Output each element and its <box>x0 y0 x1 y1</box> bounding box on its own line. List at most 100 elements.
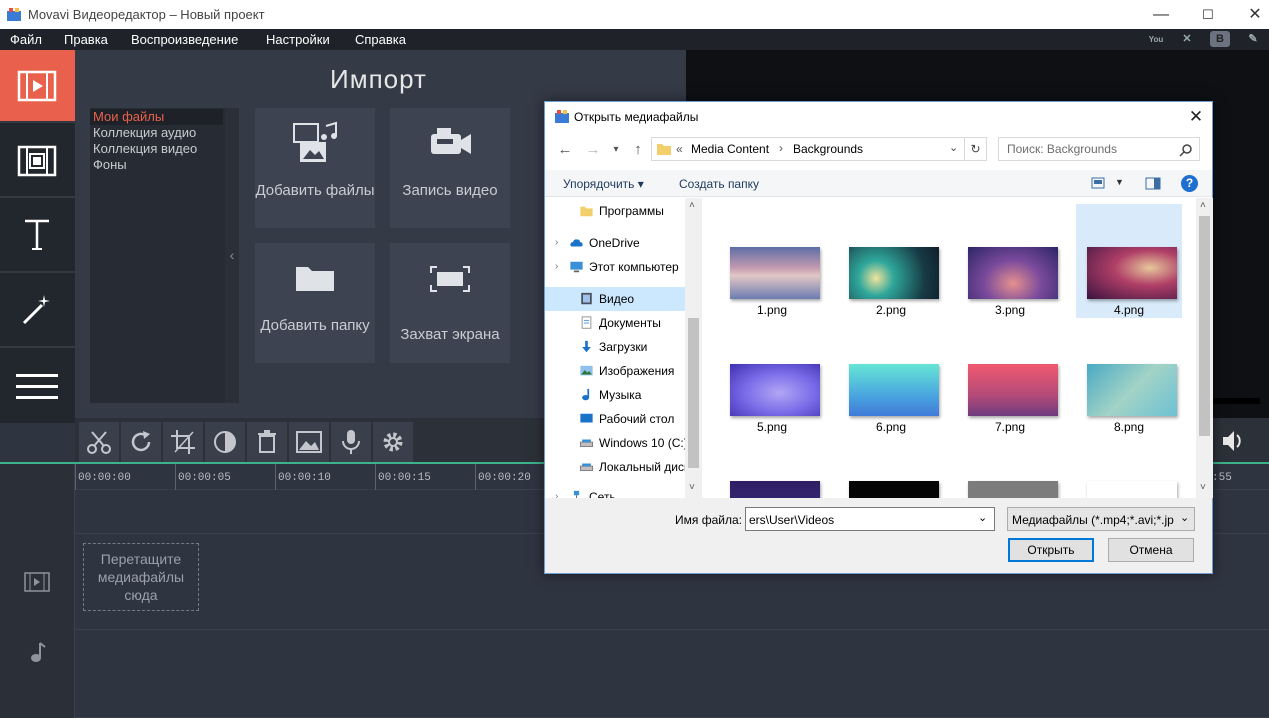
help-icon[interactable]: ? <box>1181 175 1198 192</box>
file-thumbnail[interactable]: 2.png <box>838 204 944 318</box>
record-audio-button[interactable] <box>331 422 371 462</box>
view-dropdown-icon[interactable]: ▼ <box>1115 177 1124 187</box>
collapse-panel-button[interactable]: ‹ <box>225 108 239 403</box>
file-thumbnail[interactable]: 8.png <box>1076 321 1182 435</box>
address-bar[interactable]: « Media Content › Backgrounds ⌄ ↻ <box>651 137 987 161</box>
menu-help[interactable]: Справка <box>355 32 406 47</box>
view-mode-icon[interactable] <box>1091 177 1105 189</box>
address-dropdown-icon[interactable]: ⌄ <box>949 141 958 154</box>
capture-screen-button[interactable]: Захват экрана <box>390 243 510 363</box>
file-thumbnail[interactable]: 7.png <box>957 321 1063 435</box>
menu-playback[interactable]: Воспроизведение <box>131 32 238 47</box>
color-adjust-button[interactable] <box>205 422 245 462</box>
cut-button[interactable] <box>79 422 119 462</box>
add-folder-button[interactable]: Добавить папку <box>255 243 375 363</box>
nav-item[interactable]: Программы <box>545 199 685 223</box>
category-video-collection[interactable]: Коллекция видео <box>90 141 223 157</box>
scroll-down-icon[interactable]: ˅ <box>1200 482 1206 493</box>
settings-button[interactable] <box>373 422 413 462</box>
nav-item[interactable]: Документы <box>545 311 685 335</box>
close-small-icon[interactable]: ✕ <box>1177 30 1197 49</box>
file-type-select[interactable]: Медиафайлы (*.mp4;*.avi;*.jpe ⌄ <box>1007 507 1195 531</box>
volume-button[interactable] <box>1213 420 1253 462</box>
nav-item[interactable]: Изображения <box>545 359 685 383</box>
expand-chevron-icon[interactable]: › <box>555 255 558 279</box>
maximize-button[interactable]: ☐ <box>1185 0 1231 29</box>
scroll-up-icon[interactable]: ˄ <box>689 200 695 211</box>
transitions-tab-button[interactable] <box>0 275 75 348</box>
nav-item[interactable]: OneDrive › <box>545 231 685 255</box>
preview-pane-icon[interactable] <box>1145 177 1161 190</box>
back-arrow-icon[interactable]: ← <box>555 140 575 160</box>
forward-arrow-icon[interactable]: → <box>583 140 603 160</box>
nav-item[interactable]: Windows 10 (C:) <box>545 431 685 455</box>
audio-track[interactable] <box>75 630 1269 718</box>
rotate-button[interactable] <box>121 422 161 462</box>
dialog-close-button[interactable]: ✕ <box>1185 106 1207 128</box>
vk-icon[interactable]: B <box>1210 31 1230 47</box>
file-thumbnail[interactable]: 1.png <box>719 204 825 318</box>
preview-progress[interactable] <box>1210 398 1260 404</box>
nav-scrollbar[interactable]: ˄ ˅ <box>685 198 702 498</box>
filters-tab-button[interactable] <box>0 125 75 198</box>
thumbnail-image <box>968 364 1058 416</box>
file-thumbnail[interactable]: 3.png <box>957 204 1063 318</box>
breadcrumb-backgrounds[interactable]: Backgrounds <box>793 142 863 156</box>
trash-icon <box>258 430 276 453</box>
new-folder-button[interactable]: Создать папку <box>679 177 759 191</box>
expand-chevron-icon[interactable]: › <box>555 485 558 498</box>
expand-chevron-icon[interactable]: › <box>555 231 558 255</box>
filename-dropdown-icon[interactable]: ⌄ <box>978 511 987 524</box>
file-thumbnail[interactable] <box>719 438 825 498</box>
add-files-button[interactable]: Добавить файлы <box>255 108 375 228</box>
file-thumbnail[interactable]: 4.png <box>1076 204 1182 318</box>
nav-item[interactable]: Рабочий стол <box>545 407 685 431</box>
menu-edit[interactable]: Правка <box>64 32 108 47</box>
scroll-down-icon[interactable]: ˅ <box>689 482 695 493</box>
nav-item[interactable]: Сеть › <box>545 485 685 498</box>
image-button[interactable] <box>289 422 329 462</box>
file-thumbnail[interactable] <box>957 438 1063 498</box>
media-drop-zone[interactable]: Перетащите медиафайлы сюда <box>83 543 199 611</box>
file-thumbnail[interactable] <box>838 438 944 498</box>
breadcrumb-media-content[interactable]: Media Content <box>691 142 769 156</box>
category-audio-collection[interactable]: Коллекция аудио <box>90 125 223 141</box>
category-backgrounds[interactable]: Фоны <box>90 157 223 173</box>
open-button[interactable]: Открыть <box>1008 538 1094 562</box>
nav-item[interactable]: Локальный диск <box>545 455 685 479</box>
record-video-button[interactable]: Запись видео <box>390 108 510 228</box>
organize-button[interactable]: Упорядочить ▾ <box>563 177 644 191</box>
menu-settings[interactable]: Настройки <box>266 32 330 47</box>
edit-feedback-icon[interactable]: ✎ <box>1243 30 1263 49</box>
file-name: 5.png <box>756 420 788 434</box>
files-scrollbar[interactable]: ˄ ˅ <box>1196 198 1213 498</box>
file-thumbnail[interactable]: 6.png <box>838 321 944 435</box>
menu-file[interactable]: Файл <box>10 32 42 47</box>
close-button[interactable]: ✕ <box>1232 0 1269 29</box>
youtube-icon[interactable]: You <box>1146 30 1166 49</box>
more-tools-button[interactable] <box>0 350 75 423</box>
files-scroll-thumb[interactable] <box>1199 216 1210 436</box>
filename-input[interactable]: ers\User\Videos ⌄ <box>745 507 995 531</box>
recent-dropdown-icon[interactable]: ▾ <box>606 140 626 160</box>
file-thumbnail[interactable] <box>1076 438 1182 498</box>
file-type-dropdown-icon[interactable]: ⌄ <box>1180 511 1189 524</box>
search-box[interactable]: Поиск: Backgrounds <box>998 137 1200 161</box>
titles-tab-button[interactable] <box>0 200 75 273</box>
crop-button[interactable] <box>163 422 203 462</box>
category-my-files[interactable]: Мои файлы <box>90 109 223 125</box>
nav-item[interactable]: Видео <box>545 287 685 311</box>
tick-mark <box>175 464 176 490</box>
nav-scroll-thumb[interactable] <box>688 318 699 468</box>
minimize-button[interactable]: — <box>1138 0 1184 29</box>
nav-item[interactable]: Музыка <box>545 383 685 407</box>
scroll-up-icon[interactable]: ˄ <box>1200 200 1206 211</box>
nav-item[interactable]: Загрузки <box>545 335 685 359</box>
import-tab-button[interactable] <box>0 50 75 123</box>
file-thumbnail[interactable]: 5.png <box>719 321 825 435</box>
delete-button[interactable] <box>247 422 287 462</box>
nav-item[interactable]: Этот компьютер › <box>545 255 685 279</box>
cancel-button[interactable]: Отмена <box>1108 538 1194 562</box>
up-arrow-icon[interactable]: ↑ <box>628 140 648 160</box>
refresh-icon[interactable]: ↻ <box>964 138 986 160</box>
